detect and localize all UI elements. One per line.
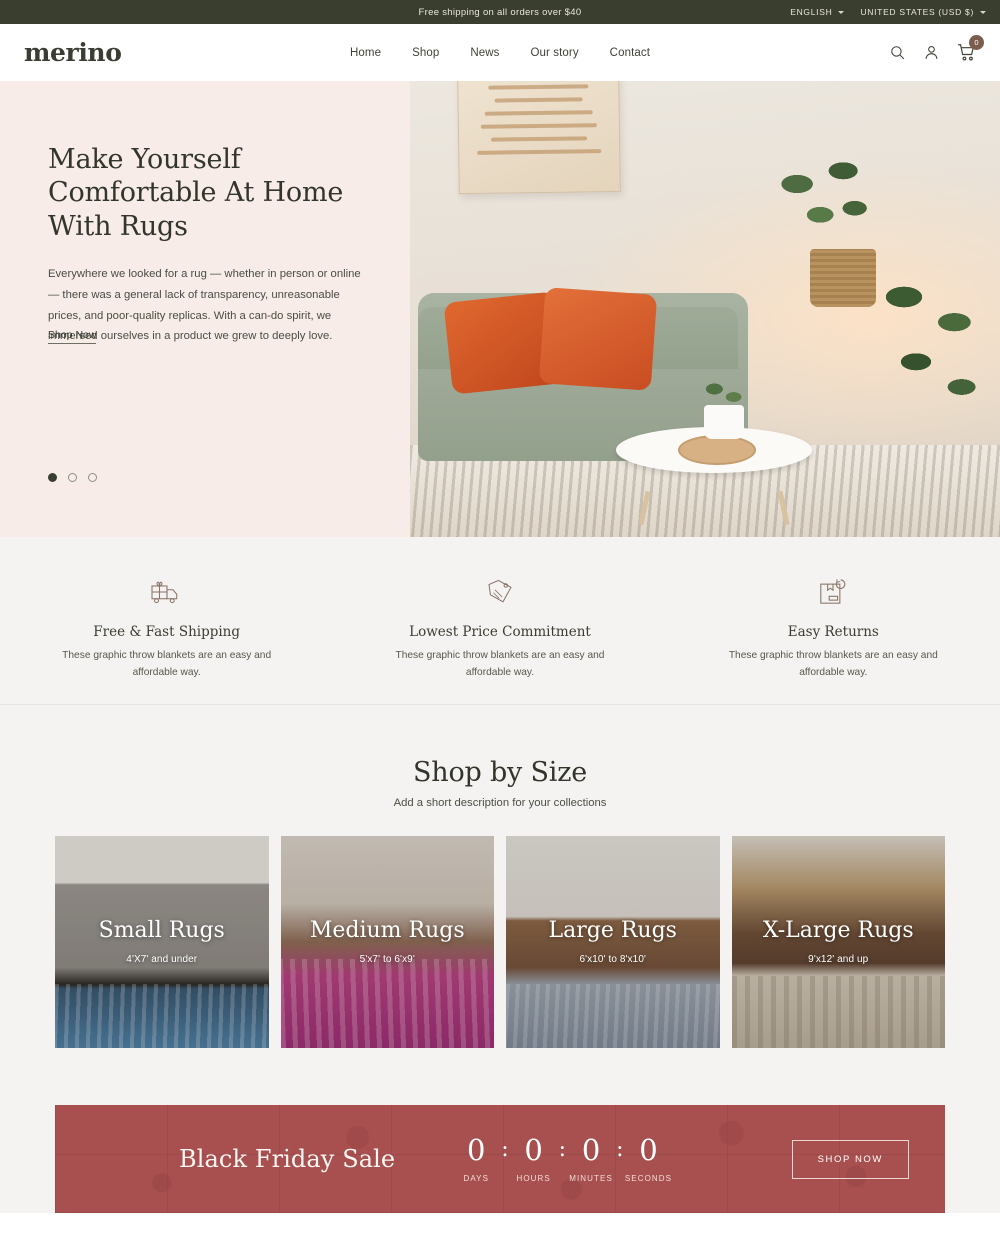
countdown-minutes-label: MINUTES bbox=[569, 1173, 613, 1183]
countdown-minutes-value: 0 bbox=[581, 1132, 601, 1167]
feature-description: These graphic throw blankets are an easy… bbox=[62, 650, 272, 678]
language-label: ENGLISH bbox=[790, 7, 833, 17]
account-icon[interactable] bbox=[923, 44, 940, 61]
header-actions: 0 bbox=[889, 35, 984, 62]
countdown-hours: 0 HOURS bbox=[509, 1132, 559, 1183]
countdown-seconds-value: 0 bbox=[639, 1132, 658, 1167]
promo-banner: Black Friday Sale 0 DAYS : 0 HOURS : 0 M… bbox=[55, 1105, 945, 1213]
language-selector[interactable]: ENGLISH bbox=[790, 7, 845, 17]
hero-image-pillow-right bbox=[538, 287, 658, 391]
feature-item: Lowest Price Commitment These graphic th… bbox=[333, 571, 666, 681]
countdown-days: 0 DAYS bbox=[451, 1132, 501, 1183]
hero-shop-now-link[interactable]: Shop Now bbox=[48, 329, 97, 344]
country-label: UNITED STATES (USD $) bbox=[860, 7, 974, 17]
cart-button[interactable]: 0 bbox=[957, 35, 984, 62]
hero-image-coffee-table bbox=[616, 373, 812, 526]
countdown-days-value: 0 bbox=[467, 1132, 486, 1167]
feature-description: These graphic throw blankets are an easy… bbox=[395, 650, 605, 678]
price-tag-icon bbox=[375, 571, 624, 613]
hero-image-basket bbox=[810, 249, 876, 307]
size-card-title: Large Rugs bbox=[548, 918, 677, 944]
size-card-grid: Small Rugs 4'X7' and under Medium Rugs 5… bbox=[0, 809, 1000, 1048]
countdown-separator: : bbox=[616, 1136, 624, 1162]
hero-image-plant-left bbox=[776, 151, 872, 261]
feature-item: Easy Returns These graphic throw blanket… bbox=[667, 571, 1000, 681]
nav-item-our-story[interactable]: Our story bbox=[530, 47, 578, 59]
countdown-hours-value: 0 bbox=[524, 1132, 543, 1167]
nav-item-shop[interactable]: Shop bbox=[412, 47, 439, 59]
hero-title: Make Yourself Comfortable At Home With R… bbox=[48, 144, 344, 242]
size-card-title: Small Rugs bbox=[98, 918, 225, 944]
countdown-days-label: DAYS bbox=[463, 1173, 490, 1183]
delivery-truck-icon bbox=[42, 571, 291, 613]
size-card-dimensions: 4'X7' and under bbox=[126, 953, 198, 965]
slider-pagination bbox=[48, 473, 97, 482]
hero-image-pot-plant bbox=[700, 373, 748, 413]
hero-slider: Make Yourself Comfortable At Home With R… bbox=[0, 81, 1000, 537]
slider-dot-2[interactable] bbox=[68, 473, 77, 482]
size-card-medium[interactable]: Medium Rugs 5'x7' to 6'x9' bbox=[280, 836, 495, 1048]
size-card-title: Medium Rugs bbox=[309, 918, 465, 944]
nav-item-news[interactable]: News bbox=[470, 47, 499, 59]
countdown-separator: : bbox=[558, 1136, 567, 1162]
features-section: Free & Fast Shipping These graphic throw… bbox=[0, 537, 1000, 705]
feature-title: Free & Fast Shipping bbox=[93, 624, 241, 640]
slider-dot-1[interactable] bbox=[48, 473, 57, 482]
size-card-overlay: Large Rugs 6'x10' to 8'x10' bbox=[506, 836, 720, 1048]
country-currency-selector[interactable]: UNITED STATES (USD $) bbox=[860, 7, 986, 17]
hero-image-wall-sign bbox=[457, 81, 621, 195]
countdown-separator: : bbox=[501, 1136, 509, 1162]
shop-by-size-section: Shop by Size Add a short description for… bbox=[0, 705, 1000, 1048]
size-card-small[interactable]: Small Rugs 4'X7' and under bbox=[55, 836, 269, 1048]
nav-item-home[interactable]: Home bbox=[350, 47, 381, 59]
promo-banner-title: Black Friday Sale bbox=[179, 1145, 396, 1173]
size-card-xlarge[interactable]: X-Large Rugs 9'x12' and up bbox=[731, 836, 946, 1048]
search-icon[interactable] bbox=[889, 44, 906, 61]
main-navigation: Home Shop News Our story Contact bbox=[0, 47, 1000, 59]
size-card-large[interactable]: Large Rugs 6'x10' to 8'x10' bbox=[506, 836, 720, 1048]
site-header: merino Home Shop News Our story Contact … bbox=[0, 24, 1000, 81]
hero-content: Make Yourself Comfortable At Home With R… bbox=[0, 81, 410, 537]
section-title: Shop by Size bbox=[412, 757, 588, 788]
feature-description: These graphic throw blankets are an easy… bbox=[728, 650, 938, 678]
countdown-hours-label: HOURS bbox=[516, 1173, 551, 1183]
promo-shop-now-button[interactable]: SHOP NOW bbox=[791, 1139, 909, 1179]
nav-item-contact[interactable]: Contact bbox=[610, 47, 650, 59]
countdown-seconds: 0 SECONDS bbox=[624, 1132, 674, 1183]
hero-image bbox=[410, 81, 1000, 537]
cart-count-badge: 0 bbox=[969, 35, 984, 50]
feature-item: Free & Fast Shipping These graphic throw… bbox=[0, 571, 333, 681]
locale-selectors: ENGLISH UNITED STATES (USD $) bbox=[790, 7, 1000, 17]
return-box-icon bbox=[709, 571, 958, 613]
size-card-overlay: Small Rugs 4'X7' and under bbox=[55, 836, 269, 1048]
announcement-bar: Free shipping on all orders over $40 ENG… bbox=[0, 0, 1000, 24]
promo-banner-wrapper: Black Friday Sale 0 DAYS : 0 HOURS : 0 M… bbox=[0, 1048, 1000, 1213]
chevron-down-icon bbox=[838, 10, 845, 14]
chevron-down-icon bbox=[980, 10, 986, 14]
size-card-dimensions: 6'x10' to 8'x10' bbox=[579, 953, 646, 965]
countdown-timer: 0 DAYS : 0 HOURS : 0 MINUTES : 0 SECONDS bbox=[451, 1132, 674, 1183]
size-card-overlay: Medium Rugs 5'x7' to 6'x9' bbox=[281, 836, 495, 1048]
size-card-title: X-Large Rugs bbox=[762, 918, 914, 944]
hero-image-tray bbox=[678, 435, 756, 465]
countdown-minutes: 0 MINUTES bbox=[566, 1132, 616, 1183]
slider-dot-3[interactable] bbox=[88, 473, 97, 482]
size-card-dimensions: 5'x7' to 6'x9' bbox=[359, 953, 415, 965]
hero-image-plant-right bbox=[868, 261, 988, 441]
feature-title: Easy Returns bbox=[787, 624, 879, 640]
feature-title: Lowest Price Commitment bbox=[409, 624, 591, 640]
countdown-seconds-label: SECONDS bbox=[624, 1173, 673, 1183]
size-card-dimensions: 9'x12' and up bbox=[808, 953, 869, 965]
size-card-overlay: X-Large Rugs 9'x12' and up bbox=[732, 836, 946, 1048]
section-subtitle: Add a short description for your collect… bbox=[393, 797, 607, 809]
